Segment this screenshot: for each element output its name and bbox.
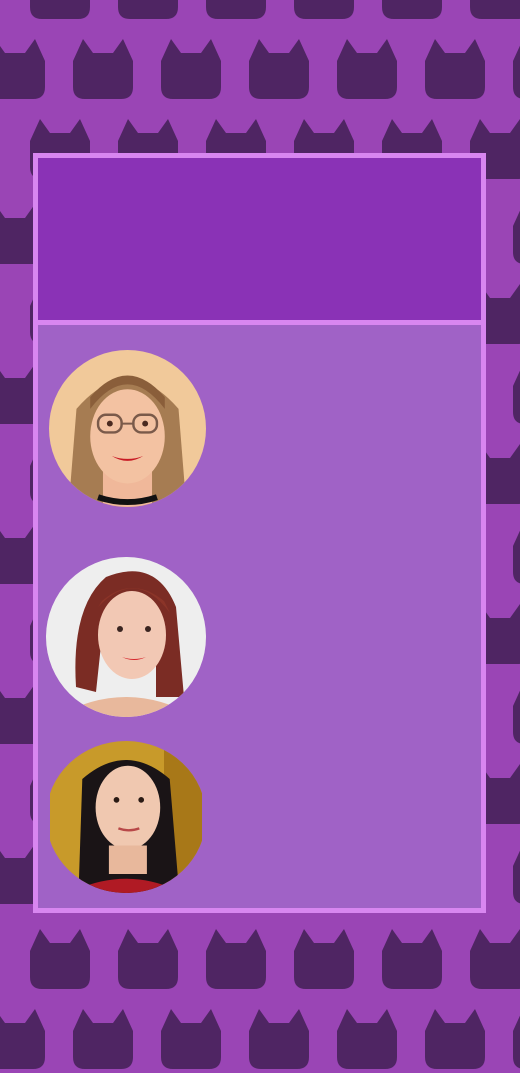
cat-head-icon	[161, 39, 221, 99]
user-avatar-2[interactable]	[46, 557, 206, 717]
cat-head-icon	[161, 1009, 221, 1069]
cat-head-icon	[294, 0, 354, 19]
cat-head-icon	[513, 39, 520, 99]
user-list	[38, 325, 481, 908]
panel-header	[38, 158, 481, 325]
cat-head-icon	[337, 39, 397, 99]
cat-head-icon	[470, 929, 520, 989]
cat-head-icon	[513, 1009, 520, 1069]
cat-head-icon	[0, 39, 45, 99]
cat-head-icon	[513, 364, 520, 424]
cat-head-icon	[513, 204, 520, 264]
cat-head-icon	[513, 684, 520, 744]
cat-head-icon	[382, 0, 442, 19]
cat-head-icon	[30, 929, 90, 989]
cat-head-icon	[73, 39, 133, 99]
cat-head-icon	[73, 1009, 133, 1069]
cat-head-icon	[513, 844, 520, 904]
cat-head-icon	[337, 1009, 397, 1069]
cat-head-icon	[118, 0, 178, 19]
cat-head-icon	[249, 39, 309, 99]
cat-head-icon	[0, 1009, 45, 1069]
main-panel	[33, 153, 486, 913]
cat-head-icon	[206, 0, 266, 19]
cat-head-icon	[425, 39, 485, 99]
user-avatar-1[interactable]	[49, 350, 206, 507]
cat-head-icon	[249, 1009, 309, 1069]
cat-head-icon	[30, 0, 90, 19]
cat-head-icon	[118, 929, 178, 989]
cat-head-icon	[206, 929, 266, 989]
cat-head-icon	[470, 0, 520, 19]
cat-head-icon	[513, 524, 520, 584]
cat-head-icon	[382, 929, 442, 989]
user-avatar-3[interactable]	[46, 741, 206, 893]
cat-head-icon	[425, 1009, 485, 1069]
cat-head-icon	[294, 929, 354, 989]
